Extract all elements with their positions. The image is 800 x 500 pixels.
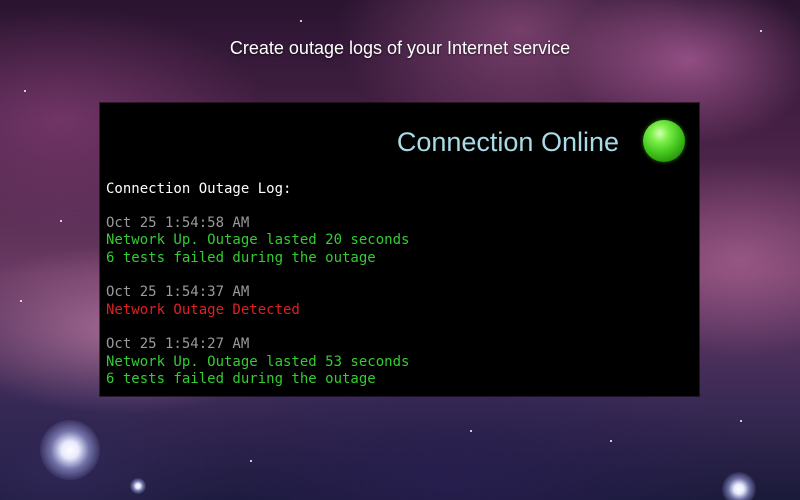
connection-status-text: Connection Online xyxy=(396,127,619,157)
star-decoration xyxy=(40,420,100,480)
log-entry: Oct 25 1:54:58 AM Network Up. Outage las… xyxy=(106,215,409,268)
star-decoration xyxy=(24,90,26,92)
star-decoration xyxy=(130,478,146,494)
app-window: Connection Online Connection Outage Log:… xyxy=(100,103,699,396)
log-title: Connection Outage Log: xyxy=(106,181,292,197)
log-entry-detail: 6 tests failed during the outage xyxy=(106,371,376,387)
log-entry-detail: 6 tests failed during the outage xyxy=(106,249,376,266)
star-decoration xyxy=(610,440,612,442)
log-entry-timestamp: Oct 25 1:54:58 AM xyxy=(106,214,250,231)
page-headline: Create outage logs of your Internet serv… xyxy=(229,38,571,58)
log-entry: Oct 25 1:54:37 AM Network Outage Detecte… xyxy=(106,284,409,319)
log-entry: Oct 25 1:54:27 AM Network Up. Outage las… xyxy=(106,336,409,389)
log-entry-timestamp: Oct 25 1:54:27 AM xyxy=(106,336,250,352)
star-decoration xyxy=(760,30,762,32)
star-decoration xyxy=(740,420,742,422)
log-entry-message: Network Up. Outage lasted 53 seconds xyxy=(106,353,410,370)
star-decoration xyxy=(250,460,252,462)
green-status-light-icon xyxy=(643,120,685,162)
star-decoration xyxy=(20,300,22,302)
log-entry-message: Network Outage Detected xyxy=(106,301,300,318)
star-decoration xyxy=(722,472,756,500)
log-entry-message: Network Up. Outage lasted 20 seconds xyxy=(106,232,410,248)
star-decoration xyxy=(300,20,302,22)
outage-log: Connection Outage Log: Oct 25 1:54:58 AM… xyxy=(106,181,409,406)
star-decoration xyxy=(60,220,62,222)
log-entry-timestamp: Oct 25 1:54:37 AM xyxy=(106,284,250,300)
star-decoration xyxy=(470,430,472,432)
